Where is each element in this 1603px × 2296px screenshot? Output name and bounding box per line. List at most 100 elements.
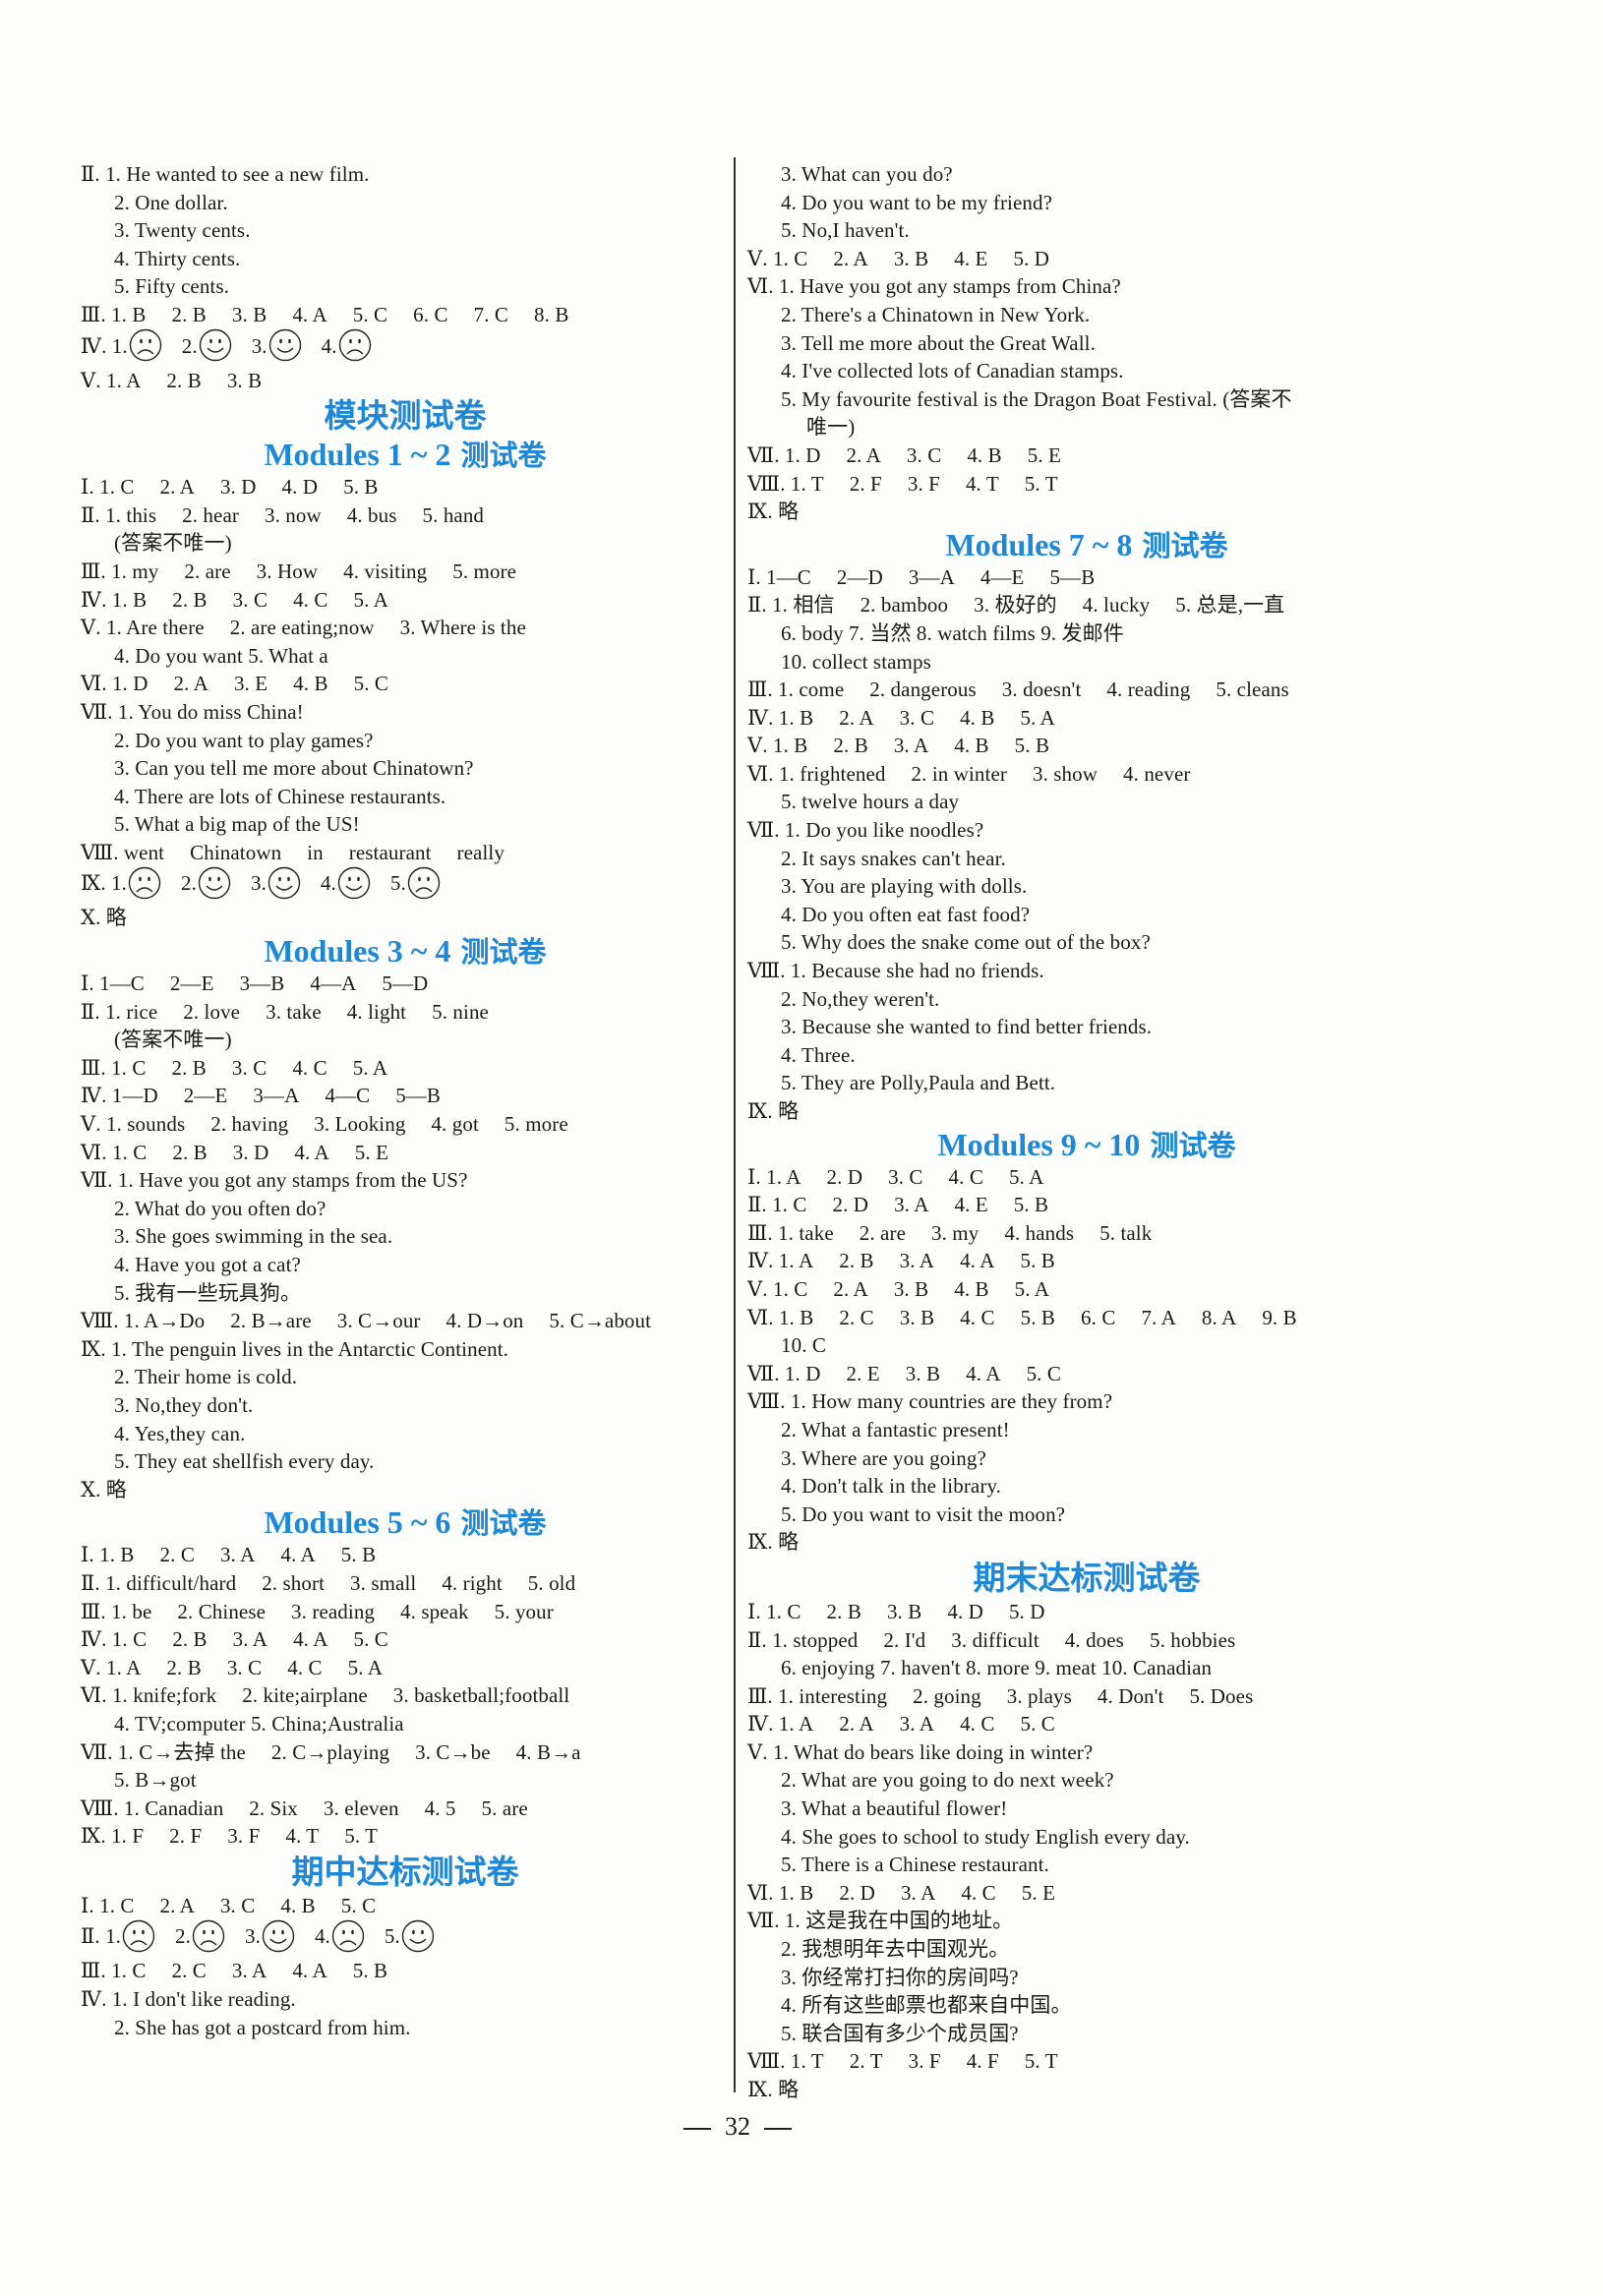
answer-item: 3. my xyxy=(931,1220,980,1245)
numeral-dot: . xyxy=(762,734,773,758)
answer-item: 2. A xyxy=(833,246,868,270)
numeral-dot: . xyxy=(767,500,779,524)
roman-numeral: Ⅲ xyxy=(81,559,101,583)
answer-item: 3. plays xyxy=(1006,1683,1072,1708)
answer-item: 5. C xyxy=(1026,1361,1061,1385)
numeral-dot: . xyxy=(94,999,106,1024)
answer-row: Ⅱ. 1. stopped 2. I'd 3. difficult 4. does 5.… xyxy=(747,1626,1426,1655)
answer-item: 4. B xyxy=(954,734,989,758)
numeral-dot: . xyxy=(767,1220,779,1245)
roman-numeral: Ⅳ xyxy=(81,1627,102,1652)
answer-item: 4. A xyxy=(960,1249,995,1273)
roman-numeral: Ⅲ xyxy=(81,1055,101,1080)
answer-row: Ⅰ. 1. A 2. D 3. C 4. C 5. A xyxy=(747,1163,1426,1192)
roman-numeral: Ⅳ xyxy=(81,1084,102,1108)
answer-item: 2—E xyxy=(183,1084,228,1108)
answer-continuation: 5. Fifty cents. xyxy=(114,274,229,299)
answer-item: 5. T xyxy=(344,1824,379,1849)
answer-row: Ⅱ. 1. rice 2. love 3. take 4. light 5. nine xyxy=(81,998,730,1027)
answer-item: 2. F xyxy=(849,471,882,496)
answer-row: Ⅳ. 1. A 2. B 3. A 4. A 5. B xyxy=(747,1247,1426,1275)
answer-item: 1. B xyxy=(778,1305,814,1329)
answer-item: 2. A xyxy=(159,1893,195,1917)
roman-numeral: Ⅴ xyxy=(81,1655,96,1679)
roman-numeral: Ⅹ xyxy=(81,1477,96,1501)
roman-numeral: Ⅶ xyxy=(81,699,108,724)
answer-row: Ⅶ. 1. C→去掉 the 2. C→playing 3. C→be 4. B→a xyxy=(81,1738,730,1767)
face-number: 5. xyxy=(389,871,406,896)
answer-row: Ⅱ. 1. He wanted to see a new film. xyxy=(81,160,730,189)
numeral-dot: . xyxy=(107,1739,118,1764)
answer-item: 5. C xyxy=(1020,1712,1055,1737)
answer-row: Ⅸ. 略 xyxy=(747,2076,1426,2104)
numeral-dot: . xyxy=(767,1683,779,1708)
answer-item: 1. stopped xyxy=(772,1627,859,1652)
answer-continuation: 4. Yes,they can. xyxy=(114,1421,246,1445)
sad-face-icon xyxy=(331,1919,365,1953)
numeral-dot: . xyxy=(89,971,100,996)
answer-row: Ⅳ. 1. B 2. B 3. C 4. C 5. A xyxy=(81,586,730,615)
answer-item: 2. D xyxy=(826,1164,863,1189)
answer-row: Ⅴ. 1. sounds 2. having 3. Looking 4. got 5. … xyxy=(81,1110,730,1139)
answer-item: 3. E xyxy=(233,672,268,696)
answer-item: 1. B xyxy=(111,587,148,612)
numeral-dot: . xyxy=(100,1959,112,1983)
answer-row: Ⅷ. 1. Because she had no friends. xyxy=(747,957,1426,985)
face-number: 1. xyxy=(111,333,128,358)
answer-continuation: 2. What a fantastic present! xyxy=(781,1417,1010,1442)
answer-item: 3. B xyxy=(231,302,267,326)
answer-continuation: 2. Their home is cold. xyxy=(114,1365,298,1389)
module-heading-suffix: 测试卷 xyxy=(460,439,547,473)
roman-numeral: Ⅶ xyxy=(81,1168,108,1193)
answer-continuation: 5. Why does the snake come out of the bo… xyxy=(781,930,1151,955)
answer-item: 8. A xyxy=(1201,1305,1237,1329)
numeral-dot: . xyxy=(767,677,779,702)
roman-numeral: Ⅶ xyxy=(747,1909,775,1933)
answer-continuation: 4. 所有这些邮票也都来自中国。 xyxy=(781,1993,1072,2018)
answer-item: 4. D xyxy=(281,475,319,500)
numeral-dot: . xyxy=(774,442,785,467)
answer-continuation: (答案不唯一) xyxy=(114,531,232,556)
answer-item: 5. E xyxy=(1021,1880,1056,1905)
answer-continuation: 5. twelve hours a day xyxy=(781,790,960,814)
numeral-dot: . xyxy=(94,502,106,527)
answer-item: 5. are xyxy=(481,1796,528,1820)
answer-item: 1. C→去掉 the xyxy=(117,1739,246,1764)
answer-item: 1. A xyxy=(766,1164,802,1189)
answer-item: 1. Are there xyxy=(105,616,205,640)
answer-text: 1. I don't like reading. xyxy=(111,1987,296,2012)
answer-item: 5. B xyxy=(340,1543,377,1567)
answer-continuation: 3. What a beautiful flower! xyxy=(781,1796,1008,1821)
answer-item: 4. A xyxy=(280,1543,316,1567)
answer-item: 4. bus xyxy=(346,502,397,527)
answer-continuation: 5. Do you want to visit the moon? xyxy=(781,1501,1066,1526)
roman-numeral: Ⅸ xyxy=(81,871,101,896)
answer-item: 1. C xyxy=(99,475,135,500)
answer-continuation: 3. You are playing with dolls. xyxy=(781,874,1028,899)
smiley-face-icon xyxy=(198,866,231,900)
smiley-face-icon xyxy=(262,1919,295,1953)
answer-item: 1. C xyxy=(111,1140,148,1164)
answer-item: 3. B xyxy=(886,1599,922,1623)
answer-continuation: (答案不唯一) xyxy=(114,1028,232,1052)
roman-numeral: Ⅱ xyxy=(747,593,762,618)
roman-numeral: Ⅶ xyxy=(747,1361,775,1385)
numeral-dot: . xyxy=(95,616,106,640)
module-heading-suffix: 测试卷 xyxy=(1150,1128,1236,1162)
roman-numeral: Ⅸ xyxy=(81,1336,101,1361)
answer-item: 5. C xyxy=(353,1627,388,1652)
answer-item: 3. B xyxy=(899,1305,935,1329)
roman-numeral: Ⅷ xyxy=(747,2049,781,2074)
sad-face-icon xyxy=(122,1919,155,1953)
module-heading-suffix: 测试卷 xyxy=(460,1506,547,1541)
answer-item: 4. does xyxy=(1064,1627,1124,1652)
answer-item: 3. C xyxy=(232,587,268,612)
numeral-dot: . xyxy=(101,1987,112,2012)
answer-item: 1. C xyxy=(111,1959,147,1983)
answer-row: Ⅷ. 1. Canadian 2. Six 3. eleven 4. 5 5. are xyxy=(81,1795,730,1823)
answer-item: 5. hobbies xyxy=(1149,1627,1236,1652)
answer-item: 2. C xyxy=(171,1959,207,1983)
module-heading: Modules 9 ~ 10 测试卷 xyxy=(747,1126,1426,1163)
numeral-dot: . xyxy=(101,1627,112,1652)
module-heading-range: Modules 9 ~ 10 xyxy=(937,1126,1141,1162)
